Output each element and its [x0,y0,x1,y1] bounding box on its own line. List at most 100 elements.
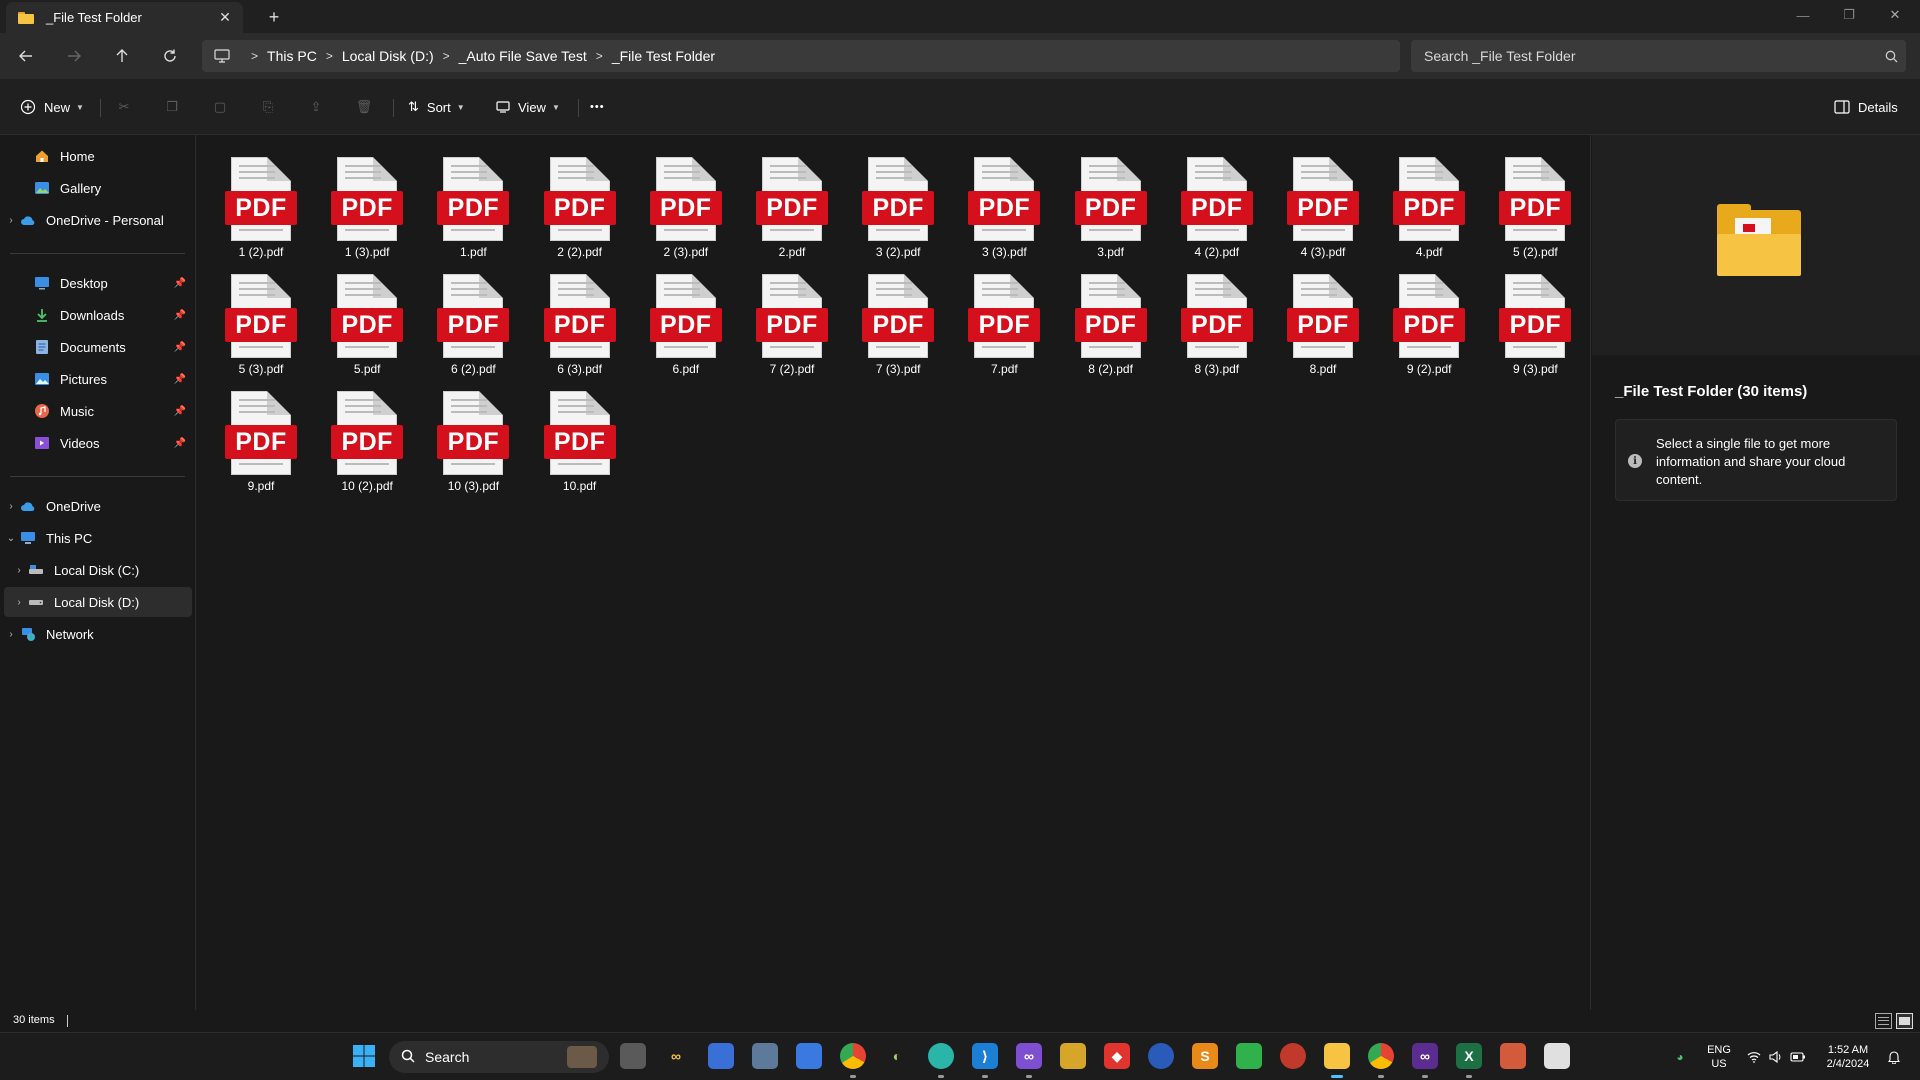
notes-app-icon[interactable] [1544,1043,1570,1069]
chevron-down-icon[interactable]: ⌄ [4,533,18,544]
file-explorer-icon[interactable] [1324,1043,1350,1069]
breadcrumb-local-disk-d[interactable]: Local Disk (D:) [342,48,434,64]
sidebar-item-local-disk-c[interactable]: › Local Disk (C:) [4,555,192,585]
file-item[interactable]: PDF 8 (2).pdf [1059,262,1163,376]
file-item[interactable]: PDF 4.pdf [1377,145,1481,259]
file-item[interactable]: PDF 5 (2).pdf [1483,145,1587,259]
chevron-right-icon[interactable]: › [12,597,26,608]
paste-button[interactable]: ▢ [206,93,234,121]
breadcrumb-auto-file-save-test[interactable]: _Auto File Save Test [459,48,587,64]
rename-button[interactable]: ⎘ [254,93,282,121]
file-item[interactable]: PDF 1 (3).pdf [315,145,419,259]
calculator-icon[interactable] [752,1043,778,1069]
sticky-icon[interactable]: ◐ [884,1043,910,1069]
chevron-right-icon[interactable]: › [4,629,18,640]
notification-bell-icon[interactable] [1886,1049,1902,1065]
computer-icon[interactable] [202,49,242,63]
file-item[interactable]: PDF 5 (3).pdf [209,262,313,376]
file-item[interactable]: PDF 8 (3).pdf [1165,262,1269,376]
sidebar-item-documents[interactable]: Documents 📌 [4,332,192,362]
chrome-icon[interactable] [1368,1043,1394,1069]
taskbar-search[interactable]: Search [389,1041,609,1073]
red-app-icon[interactable] [1280,1043,1306,1069]
excel-icon[interactable]: X [1456,1043,1482,1069]
breadcrumb-file-test-folder[interactable]: _File Test Folder [612,48,715,64]
view-button[interactable]: View ▼ [496,93,560,121]
new-tab-button[interactable]: + [260,4,288,30]
file-item[interactable]: PDF 9.pdf [209,379,313,493]
chevron-right-icon[interactable]: › [4,215,18,226]
delete-button[interactable]: 🗑 [350,93,378,121]
file-item[interactable]: PDF 6.pdf [634,262,738,376]
sidebar-item-gallery[interactable]: Gallery [4,173,192,203]
pin-icon[interactable]: 📌 [174,406,186,417]
green-app-icon[interactable] [1236,1043,1262,1069]
file-item[interactable]: PDF 1.pdf [421,145,525,259]
chevron-right-icon[interactable]: › [12,565,26,576]
file-item[interactable]: PDF 10 (3).pdf [421,379,525,493]
tab-file-test-folder[interactable]: _File Test Folder ✕ [6,2,243,33]
snipping-icon[interactable] [1060,1043,1086,1069]
file-item[interactable]: PDF 9 (3).pdf [1483,262,1587,376]
wifi-icon[interactable] [1746,1049,1762,1065]
copy-button[interactable]: ❐ [158,93,186,121]
file-item[interactable]: PDF 7 (2).pdf [740,262,844,376]
edge-icon[interactable] [928,1043,954,1069]
file-item[interactable]: PDF 7 (3).pdf [846,262,950,376]
file-item[interactable]: PDF 4 (3).pdf [1271,145,1375,259]
file-item[interactable]: PDF 3 (3).pdf [952,145,1056,259]
chevron-right-icon[interactable]: > [317,49,342,63]
vscode-icon[interactable]: ⟩ [972,1043,998,1069]
file-item[interactable]: PDF 10.pdf [528,379,632,493]
pin-icon[interactable]: 📌 [174,438,186,449]
chevron-right-icon[interactable]: > [587,49,612,63]
notepad-icon[interactable] [796,1043,822,1069]
battery-icon[interactable] [1790,1049,1806,1065]
sublime-icon[interactable]: S [1192,1043,1218,1069]
sidebar-item-desktop[interactable]: Desktop 📌 [4,268,192,298]
visual-studio-icon[interactable]: ∞ [1016,1043,1042,1069]
chevron-right-icon[interactable]: › [4,501,18,512]
refresh-button[interactable] [152,41,188,71]
task-view-icon[interactable] [620,1043,646,1069]
firefox-icon[interactable] [1148,1043,1174,1069]
sidebar-item-local-disk-d[interactable]: › Local Disk (D:) [4,587,192,617]
file-item[interactable]: PDF 2 (2).pdf [528,145,632,259]
clock[interactable]: 1:52 AM 2/4/2024 [1818,1043,1878,1071]
anydesk-icon[interactable]: ◆ [1104,1043,1130,1069]
pin-icon[interactable]: 📌 [174,374,186,385]
breadcrumb-this-pc[interactable]: This PC [267,48,317,64]
cut-button[interactable]: ✂ [110,93,138,121]
file-item[interactable]: PDF 7.pdf [952,262,1056,376]
search-icon[interactable] [1876,50,1906,63]
chevron-right-icon[interactable]: > [434,49,459,63]
file-item[interactable]: PDF 6 (3).pdf [528,262,632,376]
start-icon[interactable] [351,1043,377,1069]
back-button[interactable] [8,41,44,71]
chrome-icon[interactable] [840,1043,866,1069]
file-item[interactable]: PDF 8.pdf [1271,262,1375,376]
visual-studio-icon[interactable]: ∞ [1412,1043,1438,1069]
forward-button[interactable] [56,41,92,71]
pin-icon[interactable]: 📌 [174,278,186,289]
network-tray-icon[interactable]: ◕ [1672,1049,1688,1065]
new-button[interactable]: New ▼ [20,93,84,121]
file-item[interactable]: PDF 2.pdf [740,145,844,259]
minimize-button[interactable]: — [1780,0,1826,30]
sidebar-item-network[interactable]: › Network [4,619,192,649]
share-button[interactable]: ⇪ [302,93,330,121]
volume-icon[interactable] [1768,1049,1784,1065]
sidebar-item-this-pc[interactable]: ⌄ This PC [4,523,192,553]
more-options-button[interactable]: ••• [590,93,605,121]
copilot-icon[interactable]: ∞ [663,1043,689,1069]
sidebar-item-videos[interactable]: Videos 📌 [4,428,192,458]
large-icons-view-button[interactable] [1896,1013,1913,1029]
photos-icon[interactable] [1500,1043,1526,1069]
tab-close-button[interactable]: ✕ [211,4,239,32]
file-item[interactable]: PDF 2 (3).pdf [634,145,738,259]
sort-button[interactable]: ⇅ Sort ▼ [408,93,465,121]
pin-icon[interactable]: 📌 [174,342,186,353]
file-item[interactable]: PDF 3.pdf [1059,145,1163,259]
file-item[interactable]: PDF 9 (2).pdf [1377,262,1481,376]
details-button[interactable]: Details [1834,93,1898,121]
